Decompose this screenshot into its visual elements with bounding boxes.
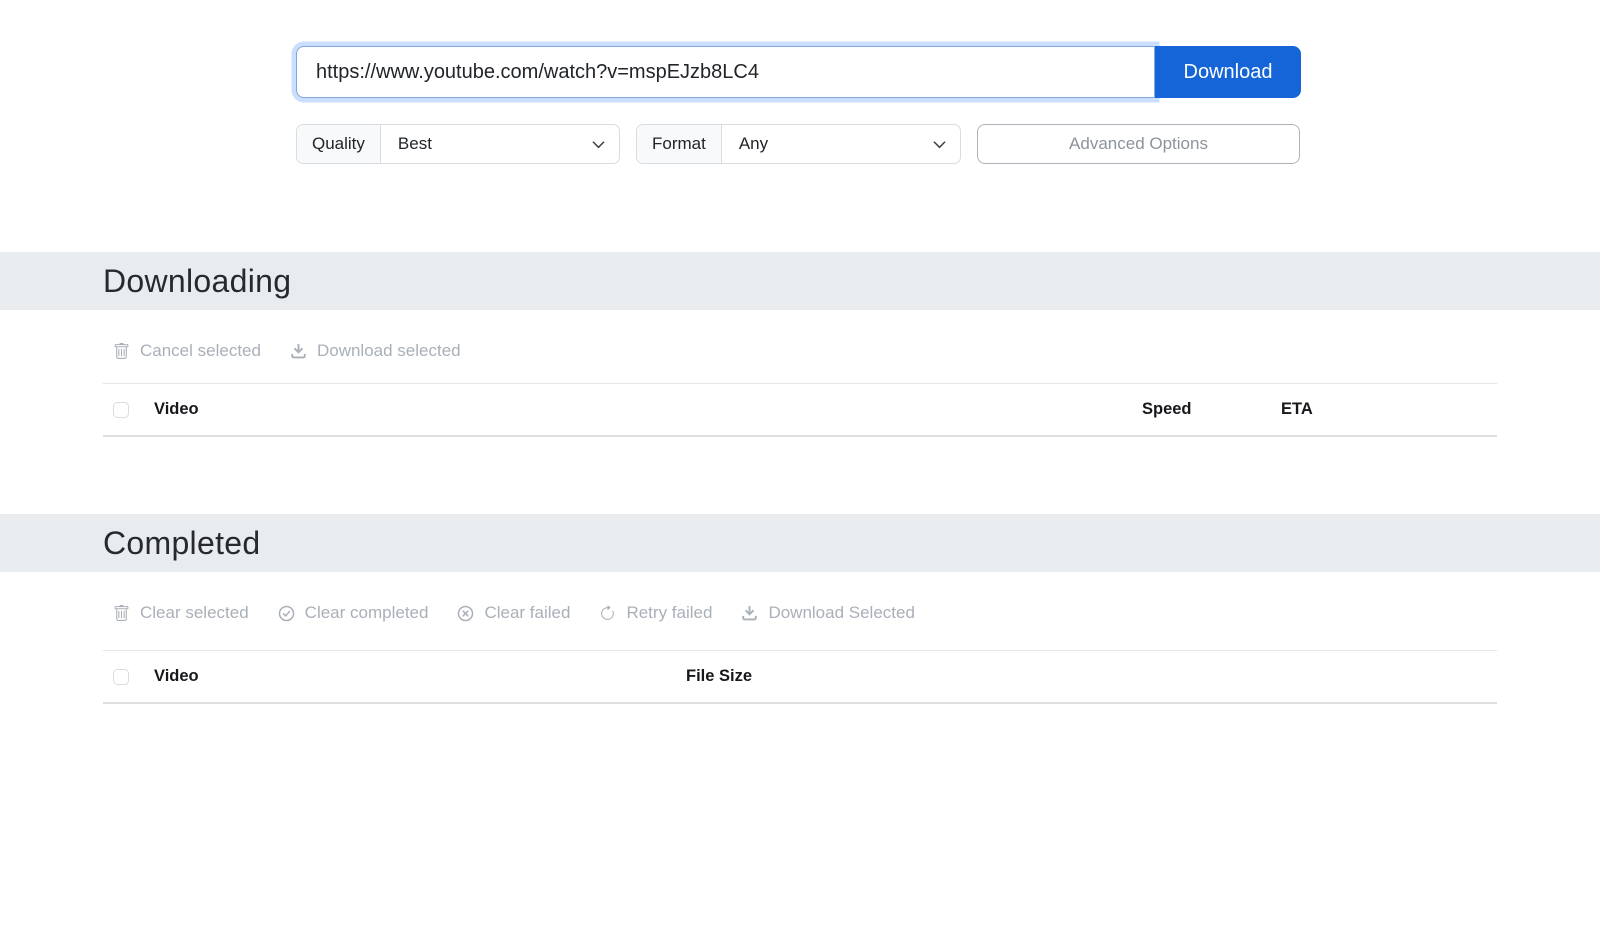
downloading-table-header-row: Video Speed ETA bbox=[103, 384, 1497, 437]
clear-failed-button[interactable]: Clear failed bbox=[457, 603, 570, 623]
retry-failed-button[interactable]: Retry failed bbox=[599, 603, 712, 623]
action-label: Clear selected bbox=[140, 603, 249, 623]
format-select[interactable]: Any bbox=[722, 125, 960, 163]
column-header-speed: Speed bbox=[1132, 384, 1271, 437]
x-circle-icon bbox=[457, 605, 474, 622]
download-icon bbox=[741, 605, 758, 622]
chevron-down-icon bbox=[932, 137, 947, 152]
downloading-actions: Cancel selected Download selected bbox=[113, 341, 1600, 361]
action-label: Retry failed bbox=[626, 603, 712, 623]
column-header-video: Video bbox=[144, 384, 1132, 437]
download-selected-button[interactable]: Download Selected bbox=[741, 603, 914, 623]
format-label: Format bbox=[637, 125, 722, 163]
quality-select[interactable]: Best bbox=[381, 125, 619, 163]
format-selected-value: Any bbox=[739, 134, 768, 154]
completed-actions: Clear selected Clear completed Clear fai… bbox=[113, 603, 1600, 623]
trash-icon bbox=[113, 343, 130, 360]
action-label: Download selected bbox=[317, 341, 461, 361]
column-header-eta: ETA bbox=[1271, 384, 1497, 437]
completed-section-title: Completed bbox=[103, 525, 260, 562]
advanced-options-button[interactable]: Advanced Options bbox=[977, 124, 1300, 164]
action-label: Cancel selected bbox=[140, 341, 261, 361]
redo-icon bbox=[599, 605, 616, 622]
quality-group: Quality Best bbox=[296, 124, 620, 164]
url-row: Download bbox=[296, 46, 1600, 98]
downloading-section: Downloading Cancel selected Download sel… bbox=[0, 252, 1600, 437]
clear-selected-button[interactable]: Clear selected bbox=[113, 603, 249, 623]
cancel-selected-button[interactable]: Cancel selected bbox=[113, 341, 261, 361]
select-all-checkbox[interactable] bbox=[113, 402, 129, 418]
quality-label: Quality bbox=[297, 125, 381, 163]
action-label: Clear failed bbox=[484, 603, 570, 623]
downloading-header-band: Downloading bbox=[0, 252, 1600, 310]
controls-row: Quality Best Format Any Advanced Options bbox=[296, 124, 1600, 164]
format-group: Format Any bbox=[636, 124, 961, 164]
completed-table-header-row: Video File Size bbox=[103, 651, 1497, 704]
select-all-checkbox[interactable] bbox=[113, 669, 129, 685]
column-header-video: Video bbox=[144, 651, 676, 704]
download-icon bbox=[290, 343, 307, 360]
completed-table: Video File Size bbox=[103, 650, 1497, 704]
clear-completed-button[interactable]: Clear completed bbox=[278, 603, 429, 623]
action-label: Clear completed bbox=[305, 603, 429, 623]
download-selected-button[interactable]: Download selected bbox=[290, 341, 461, 361]
download-button[interactable]: Download bbox=[1155, 46, 1301, 98]
downloading-table: Video Speed ETA bbox=[103, 383, 1497, 437]
chevron-down-icon bbox=[591, 137, 606, 152]
completed-section: Completed Clear selected Clear completed… bbox=[0, 514, 1600, 704]
url-input-group: Download bbox=[296, 46, 1301, 98]
downloading-section-title: Downloading bbox=[103, 263, 291, 300]
column-header-file-size: File Size bbox=[676, 651, 1497, 704]
check-circle-icon bbox=[278, 605, 295, 622]
completed-header-band: Completed bbox=[0, 514, 1600, 572]
action-label: Download Selected bbox=[768, 603, 914, 623]
quality-selected-value: Best bbox=[398, 134, 432, 154]
trash-icon bbox=[113, 605, 130, 622]
url-input[interactable] bbox=[296, 46, 1155, 98]
